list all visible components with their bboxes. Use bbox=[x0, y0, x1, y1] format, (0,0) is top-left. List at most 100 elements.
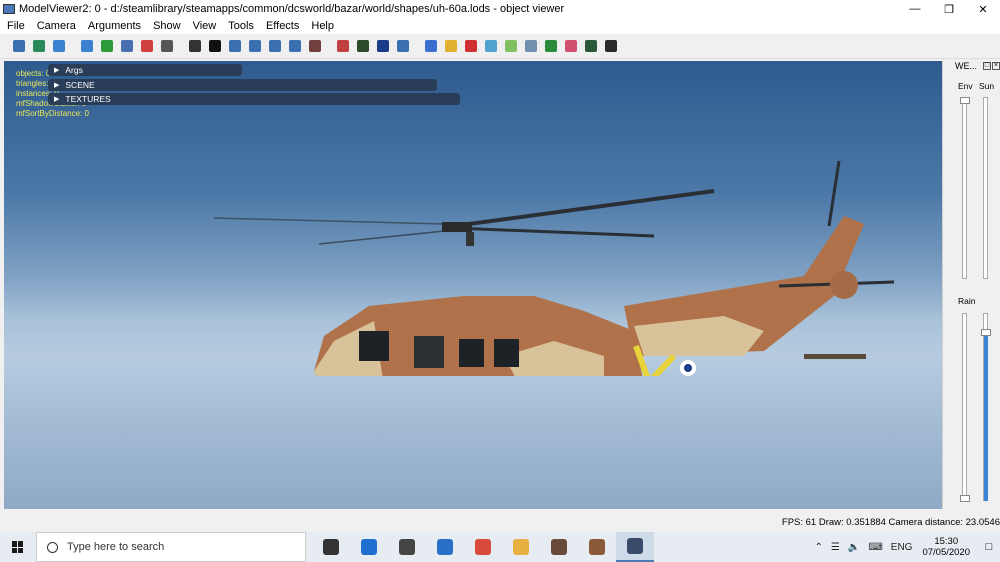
sphere-icon bbox=[52, 40, 65, 52]
taskbar-app-modelviewer[interactable] bbox=[616, 532, 654, 562]
toolbar-figure-button[interactable] bbox=[30, 38, 47, 55]
toolbar-refresh-button[interactable] bbox=[78, 38, 95, 55]
taskbar-app-game-icon-2[interactable] bbox=[578, 532, 616, 562]
toolbar-black-square-button[interactable] bbox=[206, 38, 223, 55]
keyboard-icon[interactable]: ⌨ bbox=[868, 542, 882, 553]
toolbar-cube-green-button[interactable] bbox=[502, 38, 519, 55]
args-panel-header[interactable]: ▶ Args bbox=[48, 64, 242, 76]
task-view-icon bbox=[323, 539, 339, 555]
stabilizer bbox=[804, 354, 866, 359]
menu-view[interactable]: View bbox=[187, 18, 223, 34]
grid-dots-icon bbox=[544, 40, 557, 52]
network-icon[interactable]: ☰ bbox=[831, 542, 840, 553]
menu-file[interactable]: File bbox=[0, 18, 31, 34]
env-slider-thumb[interactable] bbox=[960, 97, 970, 104]
env-slider[interactable] bbox=[962, 97, 967, 279]
taskbar-app-store[interactable] bbox=[388, 532, 426, 562]
toolbar-cube-red-button[interactable] bbox=[462, 38, 479, 55]
rain-slider-thumb[interactable] bbox=[981, 328, 991, 336]
toolbar-bar-chart-button[interactable] bbox=[394, 38, 411, 55]
toolbar-target-button[interactable] bbox=[562, 38, 579, 55]
menu-help[interactable]: Help bbox=[305, 18, 340, 34]
taskbar-app-edge[interactable] bbox=[350, 532, 388, 562]
sun-slider[interactable] bbox=[983, 97, 988, 279]
toolbar-palette-button[interactable] bbox=[334, 38, 351, 55]
expand-arrow-icon: ▶ bbox=[54, 96, 60, 103]
rain-env-slider[interactable] bbox=[962, 313, 967, 501]
volume-icon[interactable]: 🔈 bbox=[848, 542, 860, 553]
store-icon bbox=[399, 539, 415, 555]
toolbar-runner-button[interactable] bbox=[138, 38, 155, 55]
taskbar-app-chrome[interactable] bbox=[464, 532, 502, 562]
toolbar-grid-dots-button[interactable] bbox=[542, 38, 559, 55]
rotor-hub bbox=[442, 222, 472, 232]
toolbar-lamp-button[interactable] bbox=[582, 38, 599, 55]
toolbar-sphere-button[interactable] bbox=[50, 38, 67, 55]
toolbar-undo-button[interactable] bbox=[374, 38, 391, 55]
menu-tools[interactable]: Tools bbox=[222, 18, 260, 34]
rotor-blade bbox=[213, 217, 445, 225]
palette-icon bbox=[336, 40, 349, 52]
taskbar-app-file-explorer[interactable] bbox=[502, 532, 540, 562]
toolbar-cube-yellow-button[interactable] bbox=[442, 38, 459, 55]
game-icon-1 bbox=[551, 539, 567, 555]
toolbar-open-file-button[interactable] bbox=[10, 38, 27, 55]
edge-icon bbox=[361, 539, 377, 555]
grid-outline-icon bbox=[524, 40, 537, 52]
toolbar-gear-figure-button[interactable] bbox=[602, 38, 619, 55]
rain-label: Rain bbox=[958, 296, 976, 306]
menu-effects[interactable]: Effects bbox=[260, 18, 305, 34]
taskbar-app-mail[interactable] bbox=[426, 532, 464, 562]
toolbar-grid-button[interactable] bbox=[118, 38, 135, 55]
panel-close-button[interactable]: × bbox=[992, 62, 1000, 70]
scene-panel-label: SCENE bbox=[65, 80, 95, 90]
toolbar-camera-button[interactable] bbox=[158, 38, 175, 55]
minimize-button[interactable]: — bbox=[898, 0, 932, 18]
toolbar-cube-blue-button[interactable] bbox=[422, 38, 439, 55]
helicopter-model bbox=[213, 160, 895, 376]
weather-panel: WE... □ × Env Sun Rain bbox=[942, 61, 1000, 509]
menu-show[interactable]: Show bbox=[147, 18, 187, 34]
clock-time: 15:30 bbox=[934, 536, 959, 547]
tail-rotor-blade bbox=[827, 160, 841, 227]
expand-arrow-icon: ▶ bbox=[54, 82, 60, 89]
maximize-button[interactable]: ❐ bbox=[932, 0, 966, 18]
language-indicator[interactable]: ENG bbox=[891, 542, 913, 553]
close-button[interactable]: ✕ bbox=[966, 0, 1000, 18]
bar-chart-icon bbox=[396, 40, 409, 52]
toolbar-grid-outline-button[interactable] bbox=[522, 38, 539, 55]
notifications-icon[interactable]: □ bbox=[978, 532, 1000, 562]
cube-red-icon bbox=[464, 40, 477, 52]
taskbar-app-task-view[interactable] bbox=[312, 532, 350, 562]
toolbar-cube-cyan-button[interactable] bbox=[482, 38, 499, 55]
clock-date: 07/05/2020 bbox=[922, 547, 970, 558]
toolbar-crosshair-button[interactable] bbox=[186, 38, 203, 55]
scene-panel-header[interactable]: ▶ SCENE bbox=[48, 79, 437, 91]
menu-arguments[interactable]: Arguments bbox=[82, 18, 147, 34]
app-window: ModelViewer2: 0 - d:/steamlibrary/steama… bbox=[0, 0, 1000, 532]
clock[interactable]: 15:30 07/05/2020 bbox=[922, 536, 970, 558]
rain-env-thumb[interactable] bbox=[960, 495, 970, 502]
toolbar-monitor-button[interactable] bbox=[354, 38, 371, 55]
toolbar-portrait-button[interactable] bbox=[306, 38, 323, 55]
toolbar-arrow-right-button[interactable] bbox=[266, 38, 283, 55]
menu-camera[interactable]: Camera bbox=[31, 18, 82, 34]
taskbar-app-game-icon-1[interactable] bbox=[540, 532, 578, 562]
panel-float-button[interactable]: □ bbox=[983, 62, 991, 70]
toolbar-reload-green-button[interactable] bbox=[98, 38, 115, 55]
open-file-icon bbox=[12, 40, 25, 52]
cockpit-window bbox=[359, 331, 389, 361]
lamp-icon bbox=[584, 40, 597, 52]
3d-viewport[interactable]: objects: 0 triangles: 0 instances: 0 mfS… bbox=[4, 61, 942, 509]
chevron-up-icon[interactable]: ⌃ bbox=[815, 542, 823, 553]
taskbar-search[interactable]: Type here to search bbox=[36, 532, 306, 562]
mail-icon bbox=[437, 539, 453, 555]
file-explorer-icon bbox=[513, 539, 529, 555]
toolbar-filter-button[interactable] bbox=[226, 38, 243, 55]
start-button[interactable] bbox=[0, 532, 36, 562]
gear-figure-icon bbox=[604, 40, 617, 52]
status-bar: FPS: 61 Draw: 0.351884 Camera distance: … bbox=[0, 512, 1000, 532]
toolbar-speaker-button[interactable] bbox=[286, 38, 303, 55]
textures-panel-header[interactable]: ▶ TEXTURES bbox=[48, 93, 460, 105]
toolbar-person-button[interactable] bbox=[246, 38, 263, 55]
